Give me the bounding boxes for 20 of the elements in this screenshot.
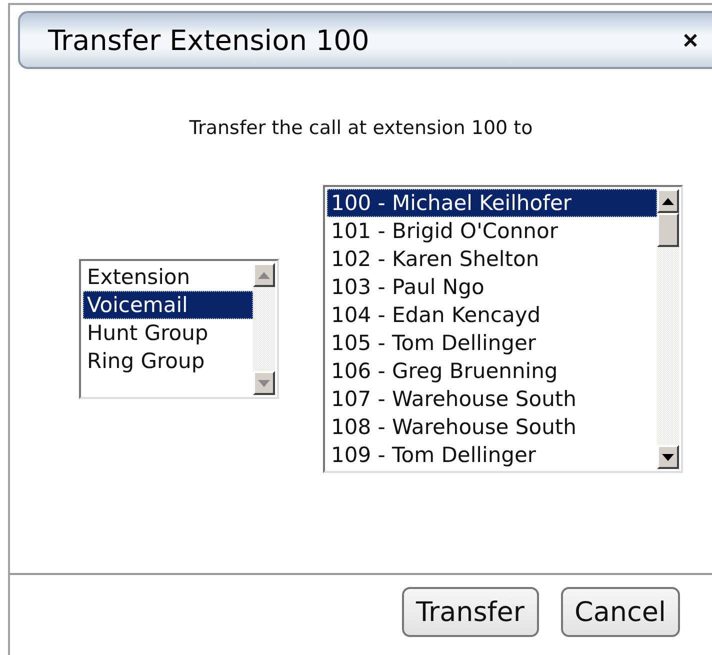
- window-title: Transfer Extension 100: [48, 24, 370, 56]
- scrollbar[interactable]: [657, 189, 679, 469]
- prompt-text: Transfer the call at extension 100 to: [188, 117, 534, 139]
- scrollbar[interactable]: [253, 263, 275, 395]
- scrollbar-thumb[interactable]: [657, 213, 679, 247]
- cancel-button[interactable]: Cancel: [560, 587, 680, 637]
- transfer-button[interactable]: Transfer: [402, 587, 539, 637]
- scroll-up-button[interactable]: [657, 189, 679, 213]
- close-button[interactable]: ×: [682, 24, 698, 56]
- scroll-down-button[interactable]: [253, 371, 275, 395]
- list-box[interactable]: [323, 185, 683, 473]
- down-arrow-icon: [662, 454, 674, 460]
- list-item[interactable]: 100 - Michael Keilhofer: [327, 189, 657, 217]
- up-arrow-icon: [258, 272, 270, 278]
- list-box[interactable]: Extension Voicemail Hunt Group Ring Group: [79, 259, 279, 399]
- up-arrow-icon: [662, 198, 674, 204]
- down-arrow-icon: [258, 380, 270, 386]
- list-item[interactable]: Voicemail: [83, 291, 253, 319]
- scroll-down-button[interactable]: [657, 445, 679, 469]
- scroll-up-button[interactable]: [253, 263, 275, 287]
